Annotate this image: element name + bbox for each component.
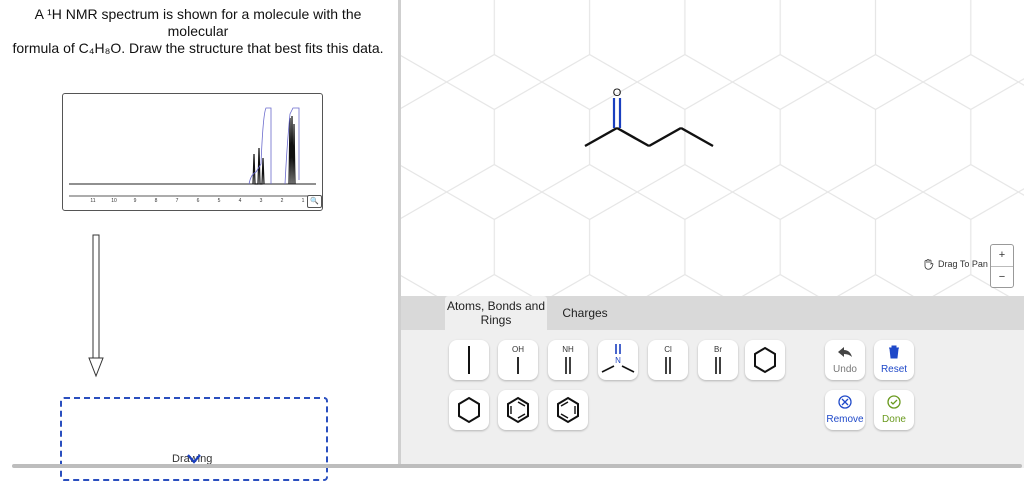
remove-icon	[838, 395, 852, 409]
oh-bond-icon	[517, 357, 519, 374]
bromine-tool[interactable]: Br	[698, 340, 738, 380]
check-circle-icon	[887, 395, 901, 409]
down-arrow-icon	[88, 234, 104, 378]
benzene-icon	[557, 396, 579, 424]
question-panel: A ¹H NMR spectrum is shown for a molecul…	[0, 0, 398, 481]
oh-tool[interactable]: OH	[498, 340, 538, 380]
benzene-icon	[507, 396, 529, 424]
hand-icon	[924, 259, 934, 270]
tool-panel: Atoms, Bonds and Rings Charges OH NH N C…	[401, 296, 1024, 468]
remove-label: Remove	[826, 414, 864, 425]
chlorine-tool[interactable]: Cl	[648, 340, 688, 380]
ppm-tick-label: 8	[155, 198, 158, 204]
ppm-tick-label: 6	[197, 198, 200, 204]
drag-to-pan-label: Drag To Pan	[938, 259, 988, 269]
undo-button[interactable]: Undo	[825, 340, 865, 380]
drag-to-pan[interactable]: Drag To Pan	[922, 258, 988, 270]
question-line-2: formula of C₄H₈O. Draw the structure tha…	[12, 40, 384, 56]
ppm-tick-label: 4	[239, 198, 242, 204]
tab-label: Atoms, Bonds and Rings	[446, 299, 546, 327]
zoom-control[interactable]: + −	[990, 244, 1014, 288]
reset-label: Reset	[880, 364, 908, 375]
ppm-tick-label: 1	[302, 198, 305, 204]
benzene-alt-tool[interactable]	[548, 390, 588, 430]
hexagon-icon	[458, 396, 480, 424]
single-bond-icon	[468, 346, 470, 374]
drawing-canvas[interactable]: O	[401, 0, 1024, 296]
oxygen-atom-label: O	[613, 87, 622, 99]
drawing-drop-area[interactable]	[60, 397, 328, 481]
ppm-tick-label: 3	[260, 198, 263, 204]
done-button[interactable]: Done	[874, 390, 914, 430]
chevron-down-icon[interactable]	[186, 452, 202, 464]
benzene-tool[interactable]	[498, 390, 538, 430]
trash-icon	[889, 345, 899, 359]
double-bond-icon	[665, 357, 671, 374]
ppm-tick-label: 9	[134, 198, 137, 204]
question-text: A ¹H NMR spectrum is shown for a molecul…	[8, 6, 388, 57]
amine-tool[interactable]: N	[598, 340, 638, 380]
hexagon-icon	[754, 346, 776, 374]
magnifier-icon[interactable]: 🔍	[307, 195, 322, 208]
done-label: Done	[882, 414, 906, 425]
nmr-spectrum-plot: 1110987654321PPM	[69, 107, 329, 204]
hex-grid: O	[401, 0, 1024, 296]
question-line-1: A ¹H NMR spectrum is shown for a molecul…	[34, 6, 362, 39]
zoom-in-button[interactable]: +	[991, 245, 1013, 267]
undo-label: Undo	[833, 364, 857, 375]
ppm-tick-label: 5	[218, 198, 221, 204]
double-bond-icon	[565, 357, 571, 374]
remove-button[interactable]: Remove	[825, 390, 865, 430]
undo-icon	[838, 347, 852, 357]
cyclohexane-ring-tool[interactable]	[449, 390, 489, 430]
reset-button[interactable]: Reset	[874, 340, 914, 380]
horizontal-scrollbar[interactable]	[12, 464, 1022, 468]
tab-label: Charges	[562, 306, 608, 320]
cyclohexane-tool[interactable]	[745, 340, 785, 380]
ppm-tick-label: 11	[90, 198, 95, 204]
ppm-tick-label: 7	[176, 198, 179, 204]
tab-atoms-bonds-rings[interactable]: Atoms, Bonds and Rings	[445, 296, 547, 330]
tool-tabs: Atoms, Bonds and Rings Charges	[401, 296, 1024, 330]
tab-charges[interactable]: Charges	[551, 296, 619, 330]
amine-icon	[601, 344, 635, 373]
single-bond-tool[interactable]	[449, 340, 489, 380]
nmr-spectrum[interactable]: 1110987654321PPM	[62, 93, 329, 211]
ppm-tick-label: 2	[281, 198, 284, 204]
double-bond-icon	[715, 357, 721, 374]
zoom-out-button[interactable]: −	[991, 267, 1013, 288]
ppm-tick-label: 10	[111, 198, 117, 204]
nh-tool[interactable]: NH	[548, 340, 588, 380]
